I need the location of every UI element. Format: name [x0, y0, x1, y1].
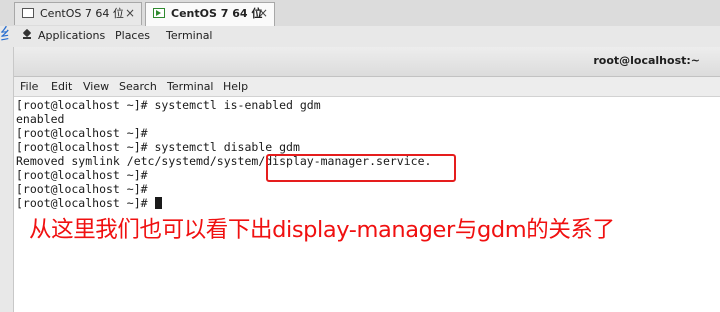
terminal-output[interactable]: [root@localhost ~]# systemctl is-enabled… [14, 97, 720, 312]
terminal-cursor [155, 197, 163, 209]
menu-help[interactable]: Help [223, 80, 248, 93]
highlight-box [266, 154, 456, 182]
terminal-menubar: File Edit View Search Terminal Help [14, 77, 720, 97]
close-icon[interactable]: × [258, 3, 268, 24]
vm-tab-label: CentOS 7 64 位 [171, 7, 263, 20]
vm-tab-label: CentOS 7 64 位 [40, 7, 124, 20]
terminal-prompt-line: [root@localhost ~]# [16, 196, 163, 210]
places-menu[interactable]: Places [115, 29, 150, 42]
gnome-top-bar: Applications Places Terminal [13, 26, 720, 48]
vm-screen-icon [22, 8, 34, 18]
vm-tab-centos-1[interactable]: CentOS 7 64 位 × [14, 2, 142, 25]
terminal-line: [root@localhost ~]# [16, 126, 148, 140]
menu-view[interactable]: View [83, 80, 109, 93]
menu-search[interactable]: Search [119, 80, 157, 93]
terminal-line: enabled [16, 112, 65, 126]
vm-tab-strip: CentOS 7 64 位 × CentOS 7 64 位 × [0, 0, 720, 27]
terminal-prompt: [root@localhost ~]# [16, 196, 155, 210]
vm-tab-centos-2[interactable]: CentOS 7 64 位 × [145, 2, 275, 26]
menu-file[interactable]: File [20, 80, 38, 93]
terminal-line: [root@localhost ~]# systemctl is-enabled… [16, 98, 321, 112]
applications-menu[interactable]: Applications [38, 29, 105, 42]
menu-edit[interactable]: Edit [51, 80, 72, 93]
vm-running-icon [153, 8, 165, 18]
terminal-title: root@localhost:~ [593, 54, 700, 67]
terminal-titlebar[interactable]: root@localhost:~ [14, 47, 720, 77]
applications-icon [22, 30, 32, 40]
close-icon[interactable]: × [125, 3, 135, 24]
annotation-caption: 从这里我们也可以看下出display-manager与gdm的关系了 [29, 217, 615, 243]
terminal-line: [root@localhost ~]# [16, 168, 148, 182]
terminal-line: [root@localhost ~]# systemctl disable gd… [16, 140, 300, 154]
terminal-line: [root@localhost ~]# [16, 182, 148, 196]
terminal-app-menu[interactable]: Terminal [166, 29, 213, 42]
host-window-edge [0, 26, 13, 312]
menu-terminal[interactable]: Terminal [167, 80, 214, 93]
host-window-glyph: 纟 [0, 26, 12, 44]
